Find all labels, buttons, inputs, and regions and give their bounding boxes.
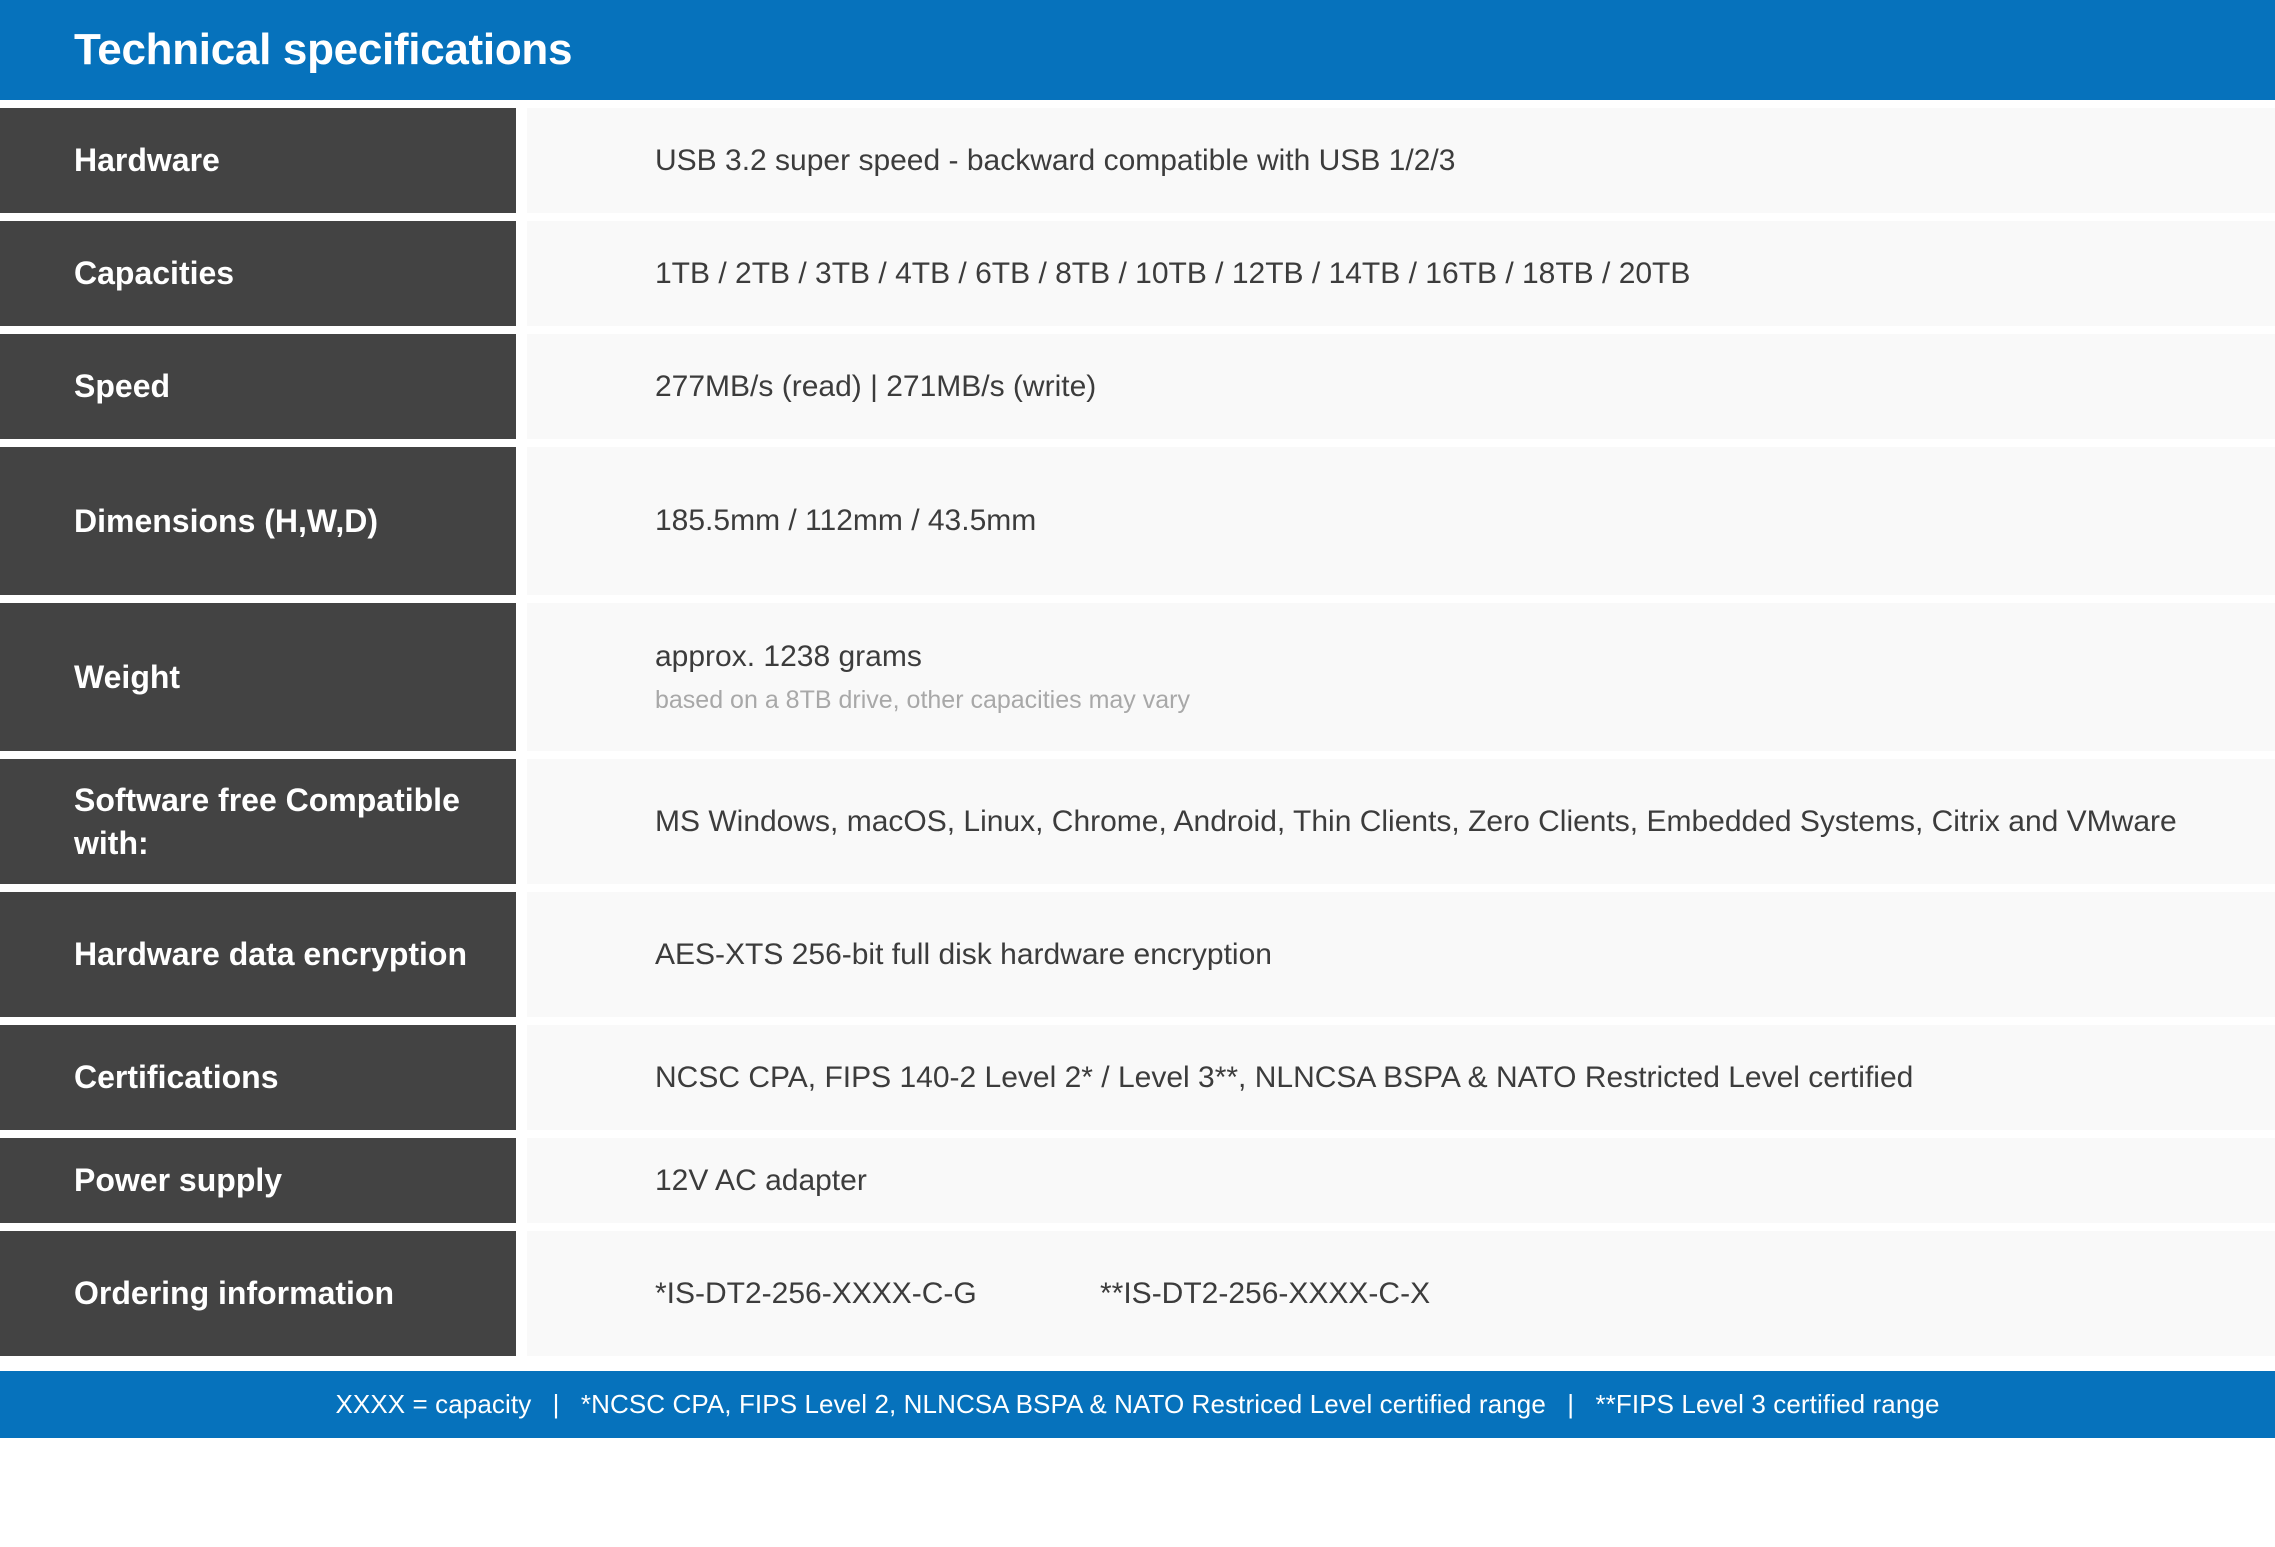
value-text: 277MB/s (read) | 271MB/s (write) xyxy=(655,369,1097,403)
value-text: MS Windows, macOS, Linux, Chrome, Androi… xyxy=(655,804,2177,838)
page-title: Technical specifications xyxy=(74,25,573,74)
row-label-ordering-information: Ordering information xyxy=(0,1231,516,1356)
row-value-capacities: 1TB / 2TB / 3TB / 4TB / 6TB / 8TB / 10TB… xyxy=(527,221,2275,326)
header-bar: Technical specifications xyxy=(0,0,2275,100)
row-label-weight: Weight xyxy=(0,603,516,751)
technical-specifications-sheet: Technical specifications Hardware USB 3.… xyxy=(0,0,2275,1547)
row-label-software-compatible: Software free Compatible with: xyxy=(0,759,516,884)
footer-note-fips-level2: *NCSC CPA, FIPS Level 2, NLNCSA BSPA & N… xyxy=(580,1389,1546,1419)
row-value-certifications: NCSC CPA, FIPS 140-2 Level 2* / Level 3*… xyxy=(527,1025,2275,1130)
table-row: Speed 277MB/s (read) | 271MB/s (write) xyxy=(0,334,2275,439)
table-row: Weight approx. 1238 grams based on a 8TB… xyxy=(0,603,2275,751)
footer-note-fips-level3: **FIPS Level 3 certified range xyxy=(1595,1389,1940,1419)
row-label-certifications: Certifications xyxy=(0,1025,516,1130)
table-row: Dimensions (H,W,D) 185.5mm / 112mm / 43.… xyxy=(0,447,2275,595)
value-text: USB 3.2 super speed - backward compatibl… xyxy=(655,143,1456,177)
footer-separator: | xyxy=(552,1389,560,1419)
specifications-table: Hardware USB 3.2 super speed - backward … xyxy=(0,100,2275,1364)
row-value-software-compatible: MS Windows, macOS, Linux, Chrome, Androi… xyxy=(527,759,2275,884)
table-row: Power supply 12V AC adapter xyxy=(0,1138,2275,1223)
row-label-hardware: Hardware xyxy=(0,108,516,213)
footer-separator: | xyxy=(1567,1389,1575,1419)
row-label-hardware-encryption: Hardware data encryption xyxy=(0,892,516,1017)
footer-bar: XXXX = capacity | *NCSC CPA, FIPS Level … xyxy=(0,1371,2275,1438)
row-label-power-supply: Power supply xyxy=(0,1138,516,1223)
ordering-codes: *IS-DT2-256-XXXX-C-G **IS-DT2-256-XXXX-C… xyxy=(655,1273,2245,1314)
value-text: AES-XTS 256-bit full disk hardware encry… xyxy=(655,937,1272,971)
table-row: Certifications NCSC CPA, FIPS 140-2 Leve… xyxy=(0,1025,2275,1130)
table-row: Software free Compatible with: MS Window… xyxy=(0,759,2275,884)
row-value-ordering-information: *IS-DT2-256-XXXX-C-G **IS-DT2-256-XXXX-C… xyxy=(527,1231,2275,1356)
value-text: 185.5mm / 112mm / 43.5mm xyxy=(655,504,1037,538)
value-text: 12V AC adapter xyxy=(655,1163,867,1197)
table-row: Ordering information *IS-DT2-256-XXXX-C-… xyxy=(0,1231,2275,1356)
value-subtext: based on a 8TB drive, other capacities m… xyxy=(655,686,1190,715)
value-text: approx. 1238 grams xyxy=(655,640,922,674)
table-row: Hardware USB 3.2 super speed - backward … xyxy=(0,108,2275,213)
row-label-dimensions: Dimensions (H,W,D) xyxy=(0,447,516,595)
footer-notes: XXXX = capacity | *NCSC CPA, FIPS Level … xyxy=(335,1389,1939,1420)
ordering-code-secondary: **IS-DT2-256-XXXX-C-X xyxy=(1100,1276,1431,1310)
row-value-power-supply: 12V AC adapter xyxy=(527,1138,2275,1223)
row-value-speed: 277MB/s (read) | 271MB/s (write) xyxy=(527,334,2275,439)
table-row: Capacities 1TB / 2TB / 3TB / 4TB / 6TB /… xyxy=(0,221,2275,326)
row-label-speed: Speed xyxy=(0,334,516,439)
table-row: Hardware data encryption AES-XTS 256-bit… xyxy=(0,892,2275,1017)
row-value-weight: approx. 1238 grams based on a 8TB drive,… xyxy=(527,603,2275,751)
footer-note-capacity: XXXX = capacity xyxy=(335,1389,532,1419)
value-text: NCSC CPA, FIPS 140-2 Level 2* / Level 3*… xyxy=(655,1060,1914,1094)
row-value-hardware-encryption: AES-XTS 256-bit full disk hardware encry… xyxy=(527,892,2275,1017)
row-value-dimensions: 185.5mm / 112mm / 43.5mm xyxy=(527,447,2275,595)
row-value-hardware: USB 3.2 super speed - backward compatibl… xyxy=(527,108,2275,213)
row-label-capacities: Capacities xyxy=(0,221,516,326)
ordering-code-primary: *IS-DT2-256-XXXX-C-G xyxy=(655,1276,977,1310)
value-text: 1TB / 2TB / 3TB / 4TB / 6TB / 8TB / 10TB… xyxy=(655,256,1691,290)
